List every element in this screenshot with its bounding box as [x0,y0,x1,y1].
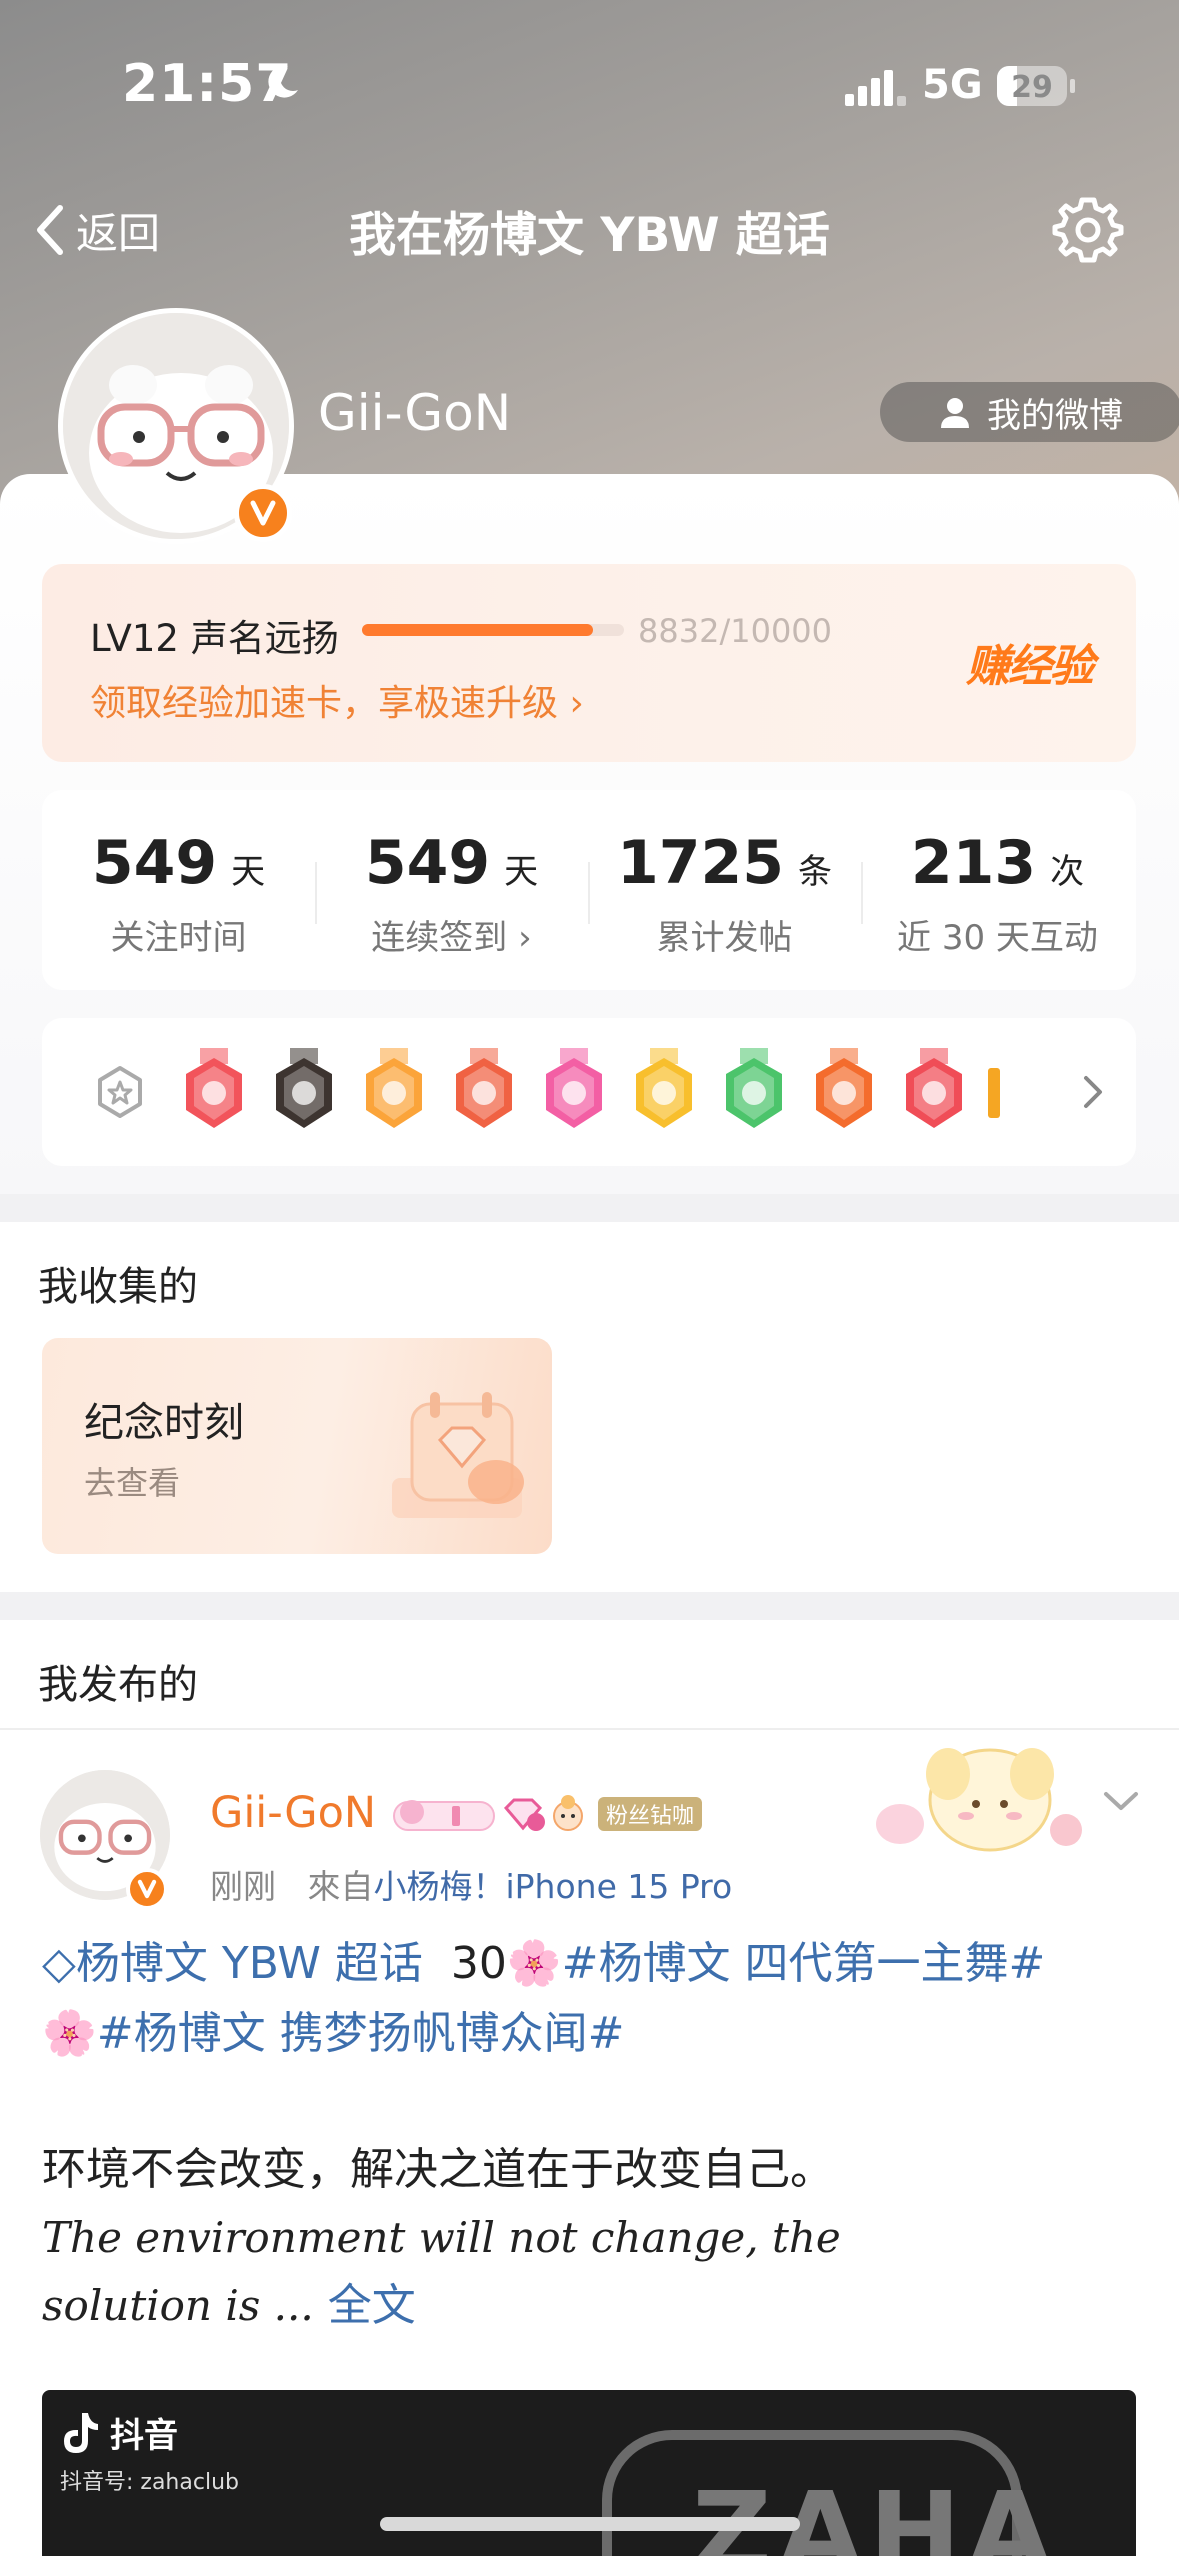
stat-interactions: 213 次 近 30 天互动 [861,828,1134,959]
full-text-link[interactable]: 全文 [328,2280,416,2331]
battery-icon: 29 [997,66,1075,106]
lion-medal-icon [456,1048,512,1128]
fan-tag-badge: 粉丝钻咖 [598,1797,703,1831]
video-logo-text: ZAHA [692,2468,1059,2556]
level-exp: 8832/10000 [638,612,833,650]
supertopic-diamond-icon: ◇ [42,1938,76,1989]
post-from: 來自 [307,1867,374,1906]
stat-label: 关注时间 [110,918,247,958]
top-nav: 返回 我在杨博文 YBW 超话 [0,180,1179,270]
post-author-name[interactable]: Gii-GoN [210,1788,376,1838]
posted-section-title: 我发布的 [38,1662,198,1708]
mascot-icon [553,1795,583,1831]
post-body-line-3: solution is ... 全文 [42,2272,1142,2340]
post-source[interactable]: 小杨梅！iPhone 15 Pro [373,1867,732,1906]
stat-unit: 条 [798,852,832,892]
super-medal-icon [276,1048,332,1128]
lv12-medal-icon [546,1048,602,1128]
supertopic-link[interactable]: 杨博文 YBW 超话 [76,1938,423,1989]
author-badges: 粉丝钻咖 [390,1790,703,1838]
stat-unit: 次 [1050,852,1085,892]
chick-medal-icon [186,1048,242,1128]
stat-checkin-days[interactable]: 549 天 连续签到 › [315,828,588,959]
post-number: 30 [450,1938,507,1989]
stat-posts: 1725 条 累计发帖 [588,828,861,959]
post-body-en-2: solution is ... [42,2281,314,2330]
cinnamoroll-decoration-icon [876,1748,1082,1852]
stat-follow-days: 549 天 关注时间 [42,828,315,959]
my-weibo-button[interactable]: 我的微博 [880,382,1179,442]
stat-label: 近 30 天互动 [897,918,1098,958]
hashtag-link[interactable]: #杨博文 携梦扬帆博众闻# [97,2008,625,2059]
post-body-en-1: The environment will not change, the [42,2213,841,2262]
stat-label: 连续签到 › [371,918,532,958]
stat-value: 1725 [617,828,784,898]
calendar-diamond-icon [392,1392,524,1518]
stats-panel: 549 天 关注时间 549 天 连续签到 › 1725 条 累计发帖 213 次 近 … [42,790,1136,990]
battery-level: 29 [1011,70,1053,105]
stat-value: 549 [364,828,491,898]
post-video[interactable]: 抖音 抖音号: zahaclub ZAHA [42,2390,1136,2556]
section-gap [0,1194,1179,1222]
douyin-watermark: 抖音 [60,2408,178,2457]
memorial-moments-card[interactable]: 纪念时刻 去查看 [42,1338,552,1554]
home-indicator [380,2517,800,2531]
douyin-logo-icon [64,2412,98,2453]
flower-icon: 🌸 [506,1938,562,1989]
my-weibo-label: 我的微博 [987,395,1123,436]
crown-medal-icon [366,1048,422,1128]
level-card[interactable]: LV12 声名远扬 8832/10000 领取经验加速卡，享极速升级 › 赚经验 [42,564,1136,762]
hashtag-link[interactable]: #杨博文 四代第一主舞# [562,1938,1046,1989]
chevron-down-icon[interactable] [1100,1786,1142,1816]
trophy-medal-icon [906,1048,962,1128]
heart-medal-icon [636,1048,692,1128]
avatar[interactable] [58,308,294,544]
post-time: 刚刚 [210,1867,276,1906]
stat-value: 549 [91,828,218,898]
stat-unit: 天 [504,852,539,892]
user-icon [941,398,969,428]
level-progress-bar [362,624,624,636]
verified-badge-icon [126,1868,168,1910]
profile-username: Gii-GoN [318,384,512,442]
hand-medal-icon [726,1048,782,1128]
section-gap [0,1592,1179,1620]
post-topics-line-1: ◇杨博文 YBW 超话 30🌸#杨博文 四代第一主舞# [42,1930,1142,1998]
stat-unit: 天 [231,852,266,892]
partial-medal-icon [988,1068,1000,1118]
gear-icon[interactable] [1052,194,1124,266]
post-body-cn: 环境不会改变，解决之道在于改变自己。 [42,2144,834,2195]
moon-icon [268,65,298,98]
stat-value: 213 [910,828,1037,898]
post-topics-line-2: 🌸#杨博文 携梦扬帆博众闻# [42,2000,1142,2068]
page-title: 我在杨博文 YBW 超话 [349,208,830,263]
douyin-label: 抖音 [110,2416,178,2456]
network-type: 5G [922,62,983,108]
stat-label: 累计发帖 [656,918,793,958]
flower-icon: 🌸 [42,2008,97,2059]
badge-wall-icon [98,1066,142,1118]
signal-icon [845,70,906,106]
member-card-icon [393,1800,495,1831]
chevron-right-icon[interactable] [1078,1072,1108,1112]
verified-badge-icon [234,484,292,542]
lv12-diamond-icon [503,1798,545,1831]
status-bar: 21:57 5G 29 [0,0,1179,170]
earn-exp-button[interactable]: 赚经验 [966,630,1094,694]
post-meta: 刚刚 來自小杨梅！iPhone 15 Pro [210,1860,732,1908]
memorial-view-link: 去查看 [84,1464,181,1502]
level-label: LV12 声名远扬 [90,617,339,660]
collected-section-title: 我收集的 [38,1264,198,1310]
memorial-title: 纪念时刻 [84,1400,244,1446]
douyin-id: 抖音号: zahaclub [60,2470,239,2495]
days-100-medal-icon [816,1048,872,1128]
badge-strip[interactable] [42,1018,1136,1166]
speedup-card-link[interactable]: 领取经验加速卡，享极速升级 › [90,674,584,726]
